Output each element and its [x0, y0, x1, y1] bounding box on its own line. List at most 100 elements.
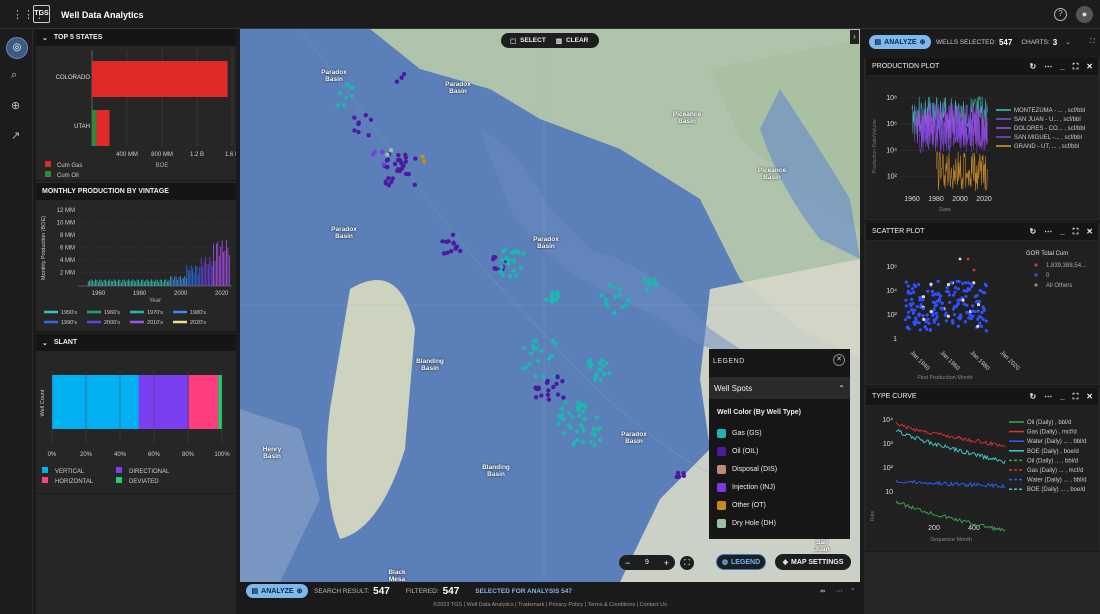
chevron-down-icon[interactable]: ⌄ [42, 34, 48, 42]
legend-section-header[interactable]: Well Spots ⌃ [709, 377, 850, 399]
more-icon[interactable]: ⋯ [1044, 392, 1052, 402]
series-line [895, 428, 1006, 465]
search-result-value: 547 [373, 585, 390, 597]
scatter-point [984, 319, 988, 323]
scatter-point [977, 315, 981, 319]
chevron-down-icon[interactable]: ⌄ [1065, 38, 1070, 46]
well-spot [580, 439, 586, 445]
slant-chart: Well Count 0% 20% 40% 60% 80% 100% VERTICAL DIRE… [40, 371, 230, 485]
panel-actions: ↻ ⋯ _ ⛶ ✕ [1030, 62, 1093, 72]
close-icon[interactable]: ✕ [1086, 227, 1093, 237]
map-label: Black Mesa [388, 569, 406, 582]
close-icon[interactable]: ✕ [833, 354, 845, 366]
scatter-point [929, 282, 933, 286]
chevron-up-icon[interactable]: ⌃ [838, 384, 845, 393]
minimize-icon[interactable]: _ [1060, 227, 1064, 237]
refresh-icon[interactable]: ↻ [1030, 62, 1037, 72]
legend-swatch [45, 161, 51, 167]
refresh-icon[interactable]: ↻ [1030, 392, 1037, 402]
tick-label: 12 MM [57, 208, 75, 214]
more-icon[interactable]: ⋯ [836, 587, 843, 595]
well-spot [544, 380, 550, 385]
clear-button[interactable]: ▥ CLEAR [546, 37, 589, 45]
slant-header[interactable]: ⌄ SLANT [36, 334, 236, 351]
expand-up-icon[interactable]: ⌃ [850, 587, 855, 595]
well-spot [653, 282, 658, 288]
fullscreen-icon[interactable]: ⛶ [680, 556, 694, 570]
type-curve-panel: TYPE CURVE ↻ ⋯ _ ⛶ ✕ 10⁴ 10³ 10² 10 Rate 200 400 Se… [864, 388, 1100, 550]
selected-for-analysis: SELECTED FOR ANALYSIS 547 [475, 587, 572, 595]
well-spot [385, 152, 390, 157]
map-settings-button[interactable]: ◈ MAP SETTINGS [775, 554, 851, 570]
well-spot [440, 239, 445, 244]
scatter-point [906, 310, 911, 314]
legend-swatch [717, 500, 726, 510]
user-avatar-icon[interactable]: ● [1076, 6, 1093, 23]
top5-header[interactable]: ⌄ TOP 5 STATES [36, 29, 236, 46]
scatter-point [946, 314, 950, 318]
chevron-down-icon[interactable]: ⌄ [42, 339, 48, 347]
scatter-point [906, 284, 911, 288]
scatter-point [976, 309, 980, 313]
collapse-right-icon[interactable]: › [850, 30, 859, 44]
legend-button[interactable]: ◍ LEGEND [716, 554, 766, 570]
zoom-in-button[interactable]: + [664, 558, 669, 568]
help-icon[interactable]: ? [1054, 8, 1067, 21]
minimize-icon[interactable]: _ [1060, 62, 1064, 72]
more-icon[interactable]: ⋯ [1044, 227, 1052, 237]
maximize-icon[interactable]: ⛶ [1073, 62, 1079, 72]
legend-swatch [717, 428, 726, 438]
scatter-point [958, 257, 962, 261]
scatter-point [944, 319, 949, 323]
well-spot [580, 409, 586, 414]
well-spot [441, 251, 447, 256]
well-spot [587, 358, 593, 363]
collapse-rows-icon[interactable]: ⇹ [820, 587, 825, 595]
well-spot [500, 272, 506, 278]
well-spot [566, 422, 572, 428]
well-spot [571, 442, 576, 447]
analyze-button[interactable]: ▤ ANALYZE ⊕ [869, 35, 931, 49]
tick-label: 10² [887, 312, 898, 319]
well-spot [413, 156, 418, 161]
select-button[interactable]: ⬚ SELECT [501, 37, 546, 45]
globe-icon[interactable]: ◎ [6, 37, 28, 59]
scatter-plot-header: SCATTER PLOT ↻ ⋯ _ ⛶ ✕ [866, 223, 1098, 240]
analyze-button[interactable]: ▤ ANALYZE ⊕ [246, 584, 308, 598]
chart-icon: ▤ [251, 588, 259, 595]
refresh-icon[interactable]: ↻ [1030, 227, 1037, 237]
scatter-point [979, 324, 984, 328]
legend-label: All Others [1046, 283, 1072, 289]
close-icon[interactable]: ✕ [1086, 62, 1093, 72]
well-spot [626, 297, 631, 302]
legend-item: Disposal (DIS) [709, 460, 850, 478]
scatter-point [927, 321, 931, 325]
legend-title: LEGEND [713, 358, 745, 365]
map-view[interactable]: Paradox Basin Paradox Basin Paradox Basi… [240, 29, 860, 582]
scatter-chart: 10⁶ 10⁴ 10² 1 Jan 1940 Jan 1960 Jan 1980 Jan 20… [866, 241, 1098, 384]
tick-label: 0% [48, 452, 57, 458]
zoom-search-icon[interactable]: ⊕ [11, 99, 20, 112]
well-spot [561, 395, 566, 400]
search-icon[interactable]: ⌕ [11, 69, 17, 82]
more-icon[interactable]: ⋯ [1044, 62, 1052, 72]
export-icon[interactable]: ↗ [11, 129, 20, 142]
scatter-plot-panel: SCATTER PLOT ↻ ⋯ _ ⛶ ✕ 10⁶ 10⁴ 10² 1 Jan 1940 Jan… [864, 223, 1100, 385]
scatter-point [964, 294, 968, 299]
expand-icon[interactable]: ⛶ [1090, 38, 1095, 46]
axis-title: Year [149, 298, 161, 304]
minimize-icon[interactable]: _ [1060, 392, 1064, 402]
scatter-point [972, 268, 976, 272]
maximize-icon[interactable]: ⛶ [1073, 392, 1079, 402]
scatter-point [940, 307, 944, 311]
close-icon[interactable]: ✕ [1086, 392, 1093, 402]
zoom-out-button[interactable]: − [625, 558, 630, 568]
well-spot [600, 363, 606, 369]
well-spot [563, 400, 568, 405]
legend-label: 2000's [104, 320, 120, 326]
well-spot [529, 351, 534, 356]
maximize-icon[interactable]: ⛶ [1073, 227, 1079, 237]
search-result-label: SEARCH RESULT: [314, 587, 370, 595]
well-spot [394, 79, 400, 84]
well-spot [511, 268, 516, 274]
